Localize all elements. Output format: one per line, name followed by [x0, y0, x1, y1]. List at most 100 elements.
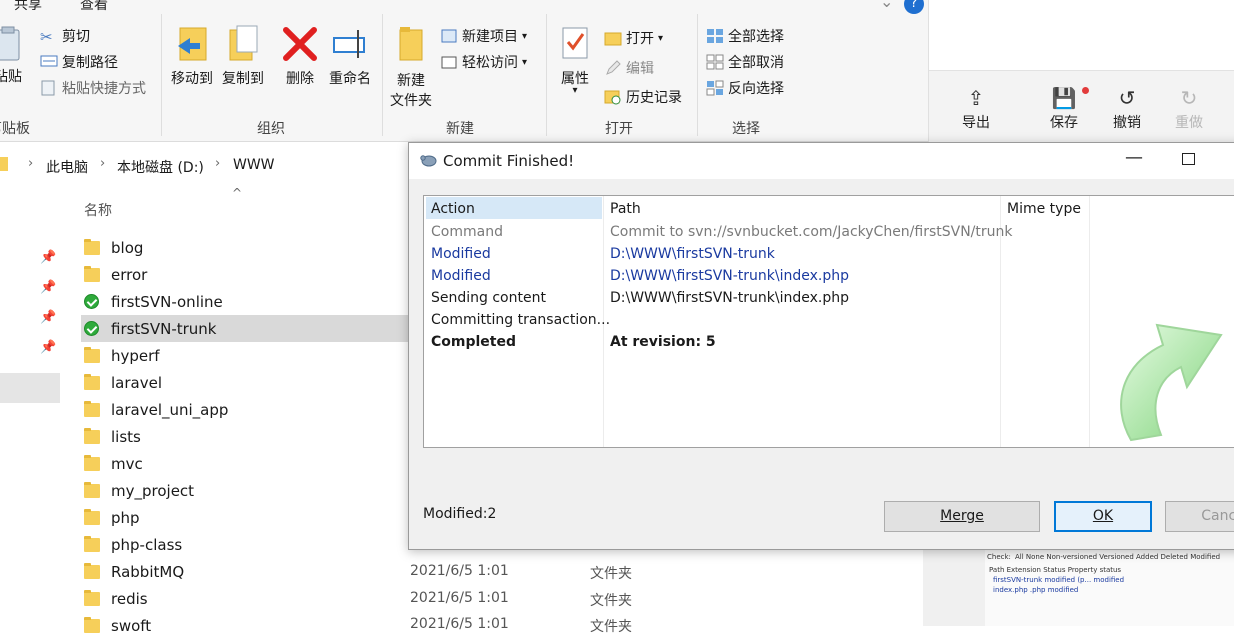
- pin-icon[interactable]: 📌: [40, 280, 56, 295]
- background-thumbnail: Check: All None Non-versioned Versioned …: [923, 549, 1234, 626]
- breadcrumb-www[interactable]: WWW: [233, 157, 275, 173]
- cancel-label: Cancel: [1201, 508, 1234, 524]
- properties-button[interactable]: 属性 ▾: [555, 24, 595, 96]
- invert-selection-button[interactable]: 反向选择: [706, 78, 784, 98]
- thumbnail-check-label: Check:: [987, 553, 1011, 561]
- log-action-cell: Sending content: [431, 290, 546, 306]
- column-header-path[interactable]: Path: [610, 201, 641, 217]
- list-item[interactable]: error: [84, 261, 409, 288]
- address-bar[interactable]: › 此电脑 › 本地磁盘 (D:) › WWW: [0, 143, 410, 187]
- list-item[interactable]: laravel: [84, 369, 409, 396]
- rename-label: 重命名: [329, 71, 371, 87]
- copy-to-icon: [229, 25, 258, 61]
- invert-selection-icon: [706, 80, 724, 96]
- move-to-button[interactable]: 移动到: [166, 24, 218, 88]
- file-name: blog: [111, 238, 144, 257]
- folder-icon: [84, 373, 100, 390]
- history-button[interactable]: 历史记录: [604, 87, 682, 107]
- cut-button[interactable]: ✂ 剪切: [40, 26, 90, 46]
- new-item-button[interactable]: 新建项目 ▾: [440, 26, 527, 46]
- paste-shortcut-button[interactable]: 粘贴快捷方式: [40, 78, 146, 98]
- list-item[interactable]: hyperf: [84, 342, 409, 369]
- column-header-action[interactable]: Action: [431, 201, 475, 217]
- redo-label: 重做: [1175, 115, 1203, 131]
- tab-share[interactable]: 共享: [14, 0, 42, 14]
- thumbnail-filters: All None Non-versioned Versioned Added D…: [1015, 553, 1221, 561]
- chevron-down-icon[interactable]: ⌄: [880, 0, 893, 11]
- easy-access-label: 轻松访问: [462, 55, 518, 71]
- chevron-right-icon[interactable]: ›: [100, 156, 105, 171]
- edit-label: 编辑: [626, 61, 654, 77]
- log-action-cell: Command: [431, 224, 503, 240]
- redo-button[interactable]: ↻ 重做: [1159, 86, 1219, 132]
- pin-icon[interactable]: 📌: [40, 310, 56, 325]
- list-item[interactable]: firstSVN-online: [84, 288, 409, 315]
- new-folder-icon: [399, 27, 423, 61]
- column-header-mime-type[interactable]: Mime type: [1007, 201, 1081, 217]
- list-item[interactable]: RabbitMQ: [84, 558, 409, 585]
- new-folder-button[interactable]: 新建 文件夹: [386, 24, 436, 110]
- open-button[interactable]: 打开 ▾: [604, 28, 663, 48]
- merge-button[interactable]: Merge: [884, 501, 1040, 532]
- column-header-name[interactable]: 名称: [84, 200, 112, 220]
- tab-view[interactable]: 查看: [80, 0, 108, 14]
- pin-icon[interactable]: 📌: [40, 250, 56, 265]
- edit-button[interactable]: 编辑: [604, 58, 654, 78]
- cancel-button[interactable]: Cancel: [1165, 501, 1234, 532]
- dialog-titlebar[interactable]: Commit Finished! —: [409, 143, 1234, 179]
- dropdown-arrow-icon: ▾: [522, 30, 528, 42]
- chevron-right-icon[interactable]: ›: [28, 156, 33, 171]
- thumbnail-row: index.php .php modified: [993, 586, 1079, 594]
- copy-to-label: 复制到: [222, 71, 264, 87]
- copy-path-button[interactable]: 复制路径: [40, 52, 118, 72]
- easy-access-button[interactable]: 轻松访问 ▾: [440, 52, 527, 72]
- maximize-button[interactable]: [1182, 153, 1195, 165]
- paste-shortcut-icon: [40, 80, 58, 96]
- open-folder-icon: [604, 30, 622, 46]
- help-icon[interactable]: ?: [904, 0, 924, 14]
- list-item[interactable]: mvc: [84, 450, 409, 477]
- export-button[interactable]: ⇪ 导出: [946, 86, 1006, 132]
- thumbnail-row: firstSVN-trunk modified (p... modified: [993, 576, 1125, 584]
- ribbon-divider: [382, 14, 383, 136]
- type-cell: 文件夹: [590, 593, 632, 609]
- commit-finished-dialog: Commit Finished! — Action Path Mime type…: [408, 142, 1234, 550]
- paste-button[interactable]: 粘贴: [0, 26, 26, 86]
- log-action-cell: Completed: [431, 334, 517, 350]
- rename-button[interactable]: 重命名: [324, 24, 376, 88]
- list-item[interactable]: php-class: [84, 531, 409, 558]
- list-item[interactable]: lists: [84, 423, 409, 450]
- list-item[interactable]: redis: [84, 585, 409, 612]
- copy-to-button[interactable]: 复制到: [217, 24, 269, 88]
- unsaved-indicator-dot: [1082, 87, 1089, 94]
- move-to-label: 移动到: [171, 71, 213, 87]
- list-item[interactable]: my_project: [84, 477, 409, 504]
- chevron-right-icon[interactable]: ›: [215, 156, 220, 171]
- folder-icon: [84, 238, 100, 255]
- minimize-button[interactable]: —: [1125, 147, 1143, 168]
- file-name: laravel: [111, 373, 162, 392]
- list-item-selected[interactable]: firstSVN-trunk: [81, 315, 411, 342]
- folder-icon: [84, 562, 100, 579]
- folder-icon: [0, 157, 8, 171]
- select-none-label: 全部取消: [728, 55, 784, 71]
- list-item[interactable]: blog: [84, 234, 409, 261]
- delete-button[interactable]: 删除: [280, 24, 320, 88]
- new-group-label: 新建: [446, 121, 474, 137]
- log-action-cell: Committing transaction...: [431, 312, 611, 328]
- breadcrumb-local-disk[interactable]: 本地磁盘 (D:): [117, 157, 204, 177]
- nav-selected-item[interactable]: [0, 373, 60, 403]
- select-none-button[interactable]: 全部取消: [706, 52, 784, 72]
- easy-access-icon: [440, 54, 458, 70]
- breadcrumb-this-pc[interactable]: 此电脑: [46, 157, 88, 177]
- list-item[interactable]: laravel_uni_app: [84, 396, 409, 423]
- list-item[interactable]: php: [84, 504, 409, 531]
- undo-button[interactable]: ↺ 撤销: [1097, 86, 1157, 132]
- file-name: lists: [111, 427, 141, 446]
- ok-button[interactable]: OK: [1054, 501, 1152, 532]
- select-all-icon: [706, 28, 724, 44]
- file-name: hyperf: [111, 346, 160, 365]
- svn-normal-status-icon: [84, 294, 99, 309]
- select-all-button[interactable]: 全部选择: [706, 26, 784, 46]
- pin-icon[interactable]: 📌: [40, 340, 56, 355]
